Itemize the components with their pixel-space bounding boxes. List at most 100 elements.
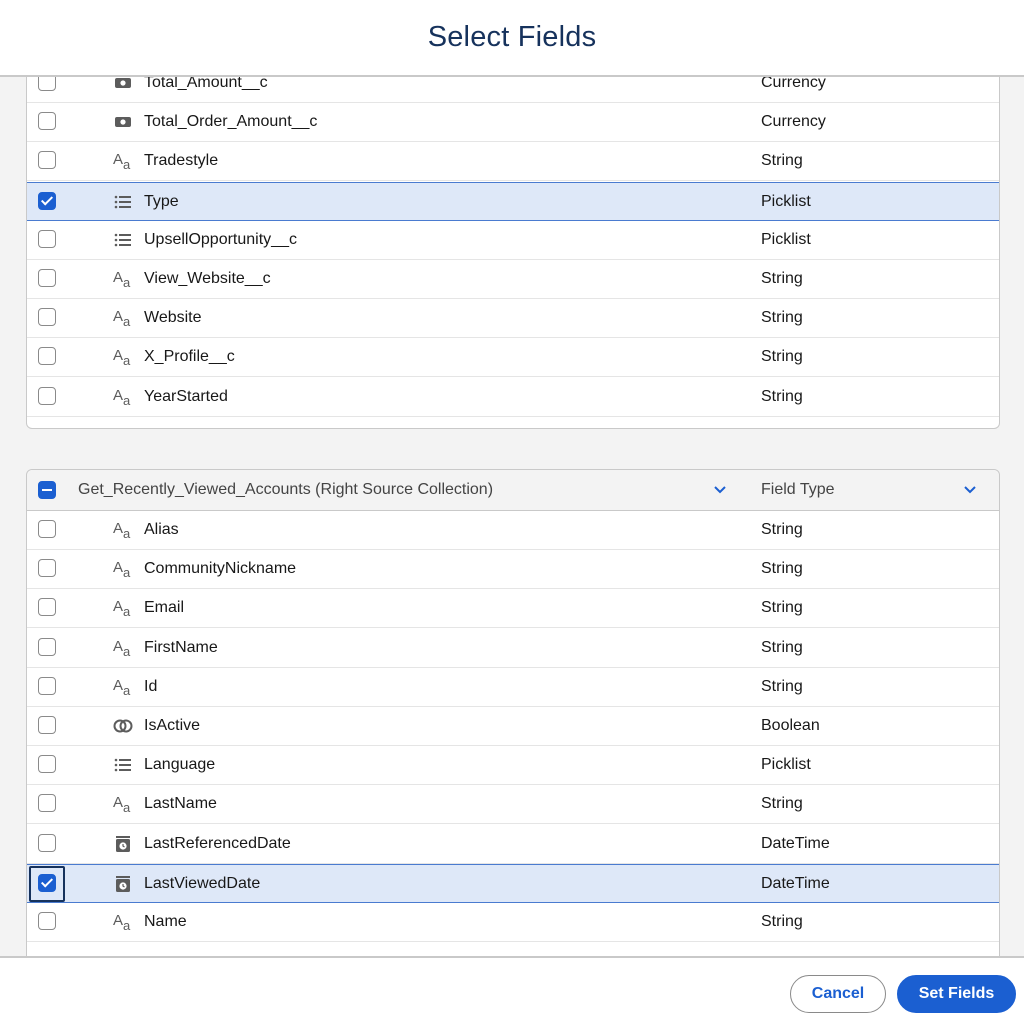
field-checkbox[interactable] (38, 347, 56, 366)
svg-text:a: a (123, 644, 131, 658)
right-source-field-list: Get_Recently_Viewed_Accounts (Right Sour… (26, 469, 1000, 956)
field-row[interactable]: LastReferencedDate DateTime (27, 825, 999, 864)
field-checkbox[interactable] (38, 833, 56, 852)
field-row[interactable]: UpsellOpportunity__c Picklist (27, 221, 999, 260)
field-row[interactable]: LastViewedDate DateTime (27, 863, 999, 903)
datetime-icon (113, 874, 135, 894)
svg-text:A: A (113, 559, 123, 576)
field-row[interactable]: Aa Email String (27, 589, 999, 629)
svg-text:a: a (123, 565, 131, 579)
field-row[interactable]: Aa Website String (27, 299, 999, 339)
field-type: String (761, 152, 803, 170)
field-type: String (761, 348, 803, 366)
field-type: String (761, 387, 803, 405)
text-icon: Aa (113, 677, 135, 698)
field-row[interactable]: Aa FirstName String (27, 629, 999, 668)
field-row[interactable]: Aa YearStarted String (27, 378, 999, 417)
field-type: Currency (761, 77, 826, 91)
field-name: Total_Order_Amount__c (144, 113, 318, 131)
field-name: Website (144, 309, 202, 327)
field-row[interactable]: Total_Amount__c Currency (27, 77, 999, 103)
field-row[interactable]: Aa Alias String (27, 511, 999, 550)
field-name: Alias (144, 521, 179, 538)
currency-icon (113, 112, 135, 132)
svg-text:A: A (113, 638, 123, 655)
field-type: DateTime (761, 874, 830, 892)
field-checkbox[interactable] (38, 386, 56, 405)
field-row[interactable]: Total_Order_Amount__c Currency (27, 103, 999, 143)
field-checkbox[interactable] (38, 676, 56, 695)
field-row[interactable]: Aa View_Website__c String (27, 260, 999, 299)
field-checkbox[interactable] (38, 637, 56, 656)
field-checkbox[interactable] (38, 755, 56, 774)
field-row[interactable]: Aa LastName String (27, 785, 999, 825)
field-row[interactable]: Aa X_Profile__c String (27, 338, 999, 378)
svg-text:A: A (113, 598, 123, 615)
field-checkbox[interactable] (38, 716, 56, 734)
field-checkbox[interactable] (38, 794, 56, 813)
field-type: String (761, 309, 803, 327)
svg-text:A: A (113, 269, 123, 286)
svg-text:A: A (113, 794, 123, 811)
field-type: String (761, 521, 803, 538)
field-name: FirstName (144, 638, 218, 656)
svg-text:a: a (123, 314, 131, 328)
text-icon: Aa (113, 269, 135, 290)
field-type: DateTime (761, 834, 830, 852)
chevron-down-icon[interactable] (963, 483, 977, 497)
field-checkbox[interactable] (38, 559, 56, 578)
field-type: Picklist (761, 230, 811, 248)
field-checkbox[interactable] (38, 151, 56, 170)
field-checkbox[interactable] (38, 191, 56, 210)
field-checkbox[interactable] (38, 912, 56, 930)
collection-header-label: Get_Recently_Viewed_Accounts (Right Sour… (78, 481, 494, 498)
svg-text:A: A (113, 912, 123, 929)
field-name: View_Website__c (144, 270, 271, 287)
left-source-field-list: Total_Amount__c Currency Total_Order_Amoun… (26, 77, 1000, 429)
field-name: Name (144, 913, 187, 930)
svg-text:a: a (123, 800, 131, 814)
currency-icon (113, 77, 135, 93)
field-name: LastName (144, 795, 217, 813)
field-checkbox[interactable] (38, 520, 56, 538)
text-icon: Aa (113, 387, 135, 408)
svg-text:a: a (123, 353, 131, 367)
field-type: String (761, 913, 803, 930)
field-type: Picklist (761, 192, 811, 210)
field-name: Total_Amount__c (144, 77, 268, 91)
field-checkbox[interactable] (38, 308, 56, 327)
text-icon: Aa (113, 559, 135, 580)
select-all-checkbox[interactable] (38, 481, 56, 499)
field-row[interactable]: Aa Id String (27, 668, 999, 707)
field-type: Picklist (761, 756, 811, 774)
svg-text:A: A (113, 520, 123, 537)
set-fields-button[interactable]: Set Fields (897, 975, 1016, 1013)
collection-header-row: Get_Recently_Viewed_Accounts (Right Sour… (27, 470, 999, 511)
field-checkbox[interactable] (38, 77, 56, 91)
field-checkbox[interactable] (38, 269, 56, 287)
field-row[interactable]: Aa CommunityNickname String (27, 550, 999, 590)
dialog-title: Select Fields (427, 21, 597, 53)
svg-text:A: A (113, 387, 123, 404)
field-checkbox[interactable] (38, 598, 56, 617)
field-row[interactable]: Aa Name String (27, 903, 999, 942)
dialog-header: Select Fields (0, 0, 1024, 77)
field-checkbox[interactable] (38, 229, 56, 248)
chevron-down-icon[interactable] (713, 483, 727, 497)
checkbox-focus-ring (29, 865, 65, 902)
datetime-icon (113, 834, 135, 854)
field-row[interactable]: Aa Tradestyle String (27, 142, 999, 182)
cancel-button[interactable]: Cancel (790, 975, 886, 1013)
field-checkbox[interactable] (38, 112, 56, 131)
svg-text:a: a (123, 604, 131, 618)
svg-text:A: A (113, 151, 123, 168)
dialog-body[interactable]: Total_Amount__c Currency Total_Order_Amoun… (0, 77, 1024, 956)
field-row[interactable]: Type Picklist (27, 181, 999, 221)
text-icon: Aa (113, 638, 135, 659)
boolean-icon (113, 716, 135, 736)
field-type: Currency (761, 113, 826, 131)
field-row[interactable]: Language Picklist (27, 746, 999, 786)
field-row[interactable]: IsActive Boolean (27, 707, 999, 746)
field-type: String (761, 638, 803, 656)
field-name: IsActive (144, 717, 201, 734)
